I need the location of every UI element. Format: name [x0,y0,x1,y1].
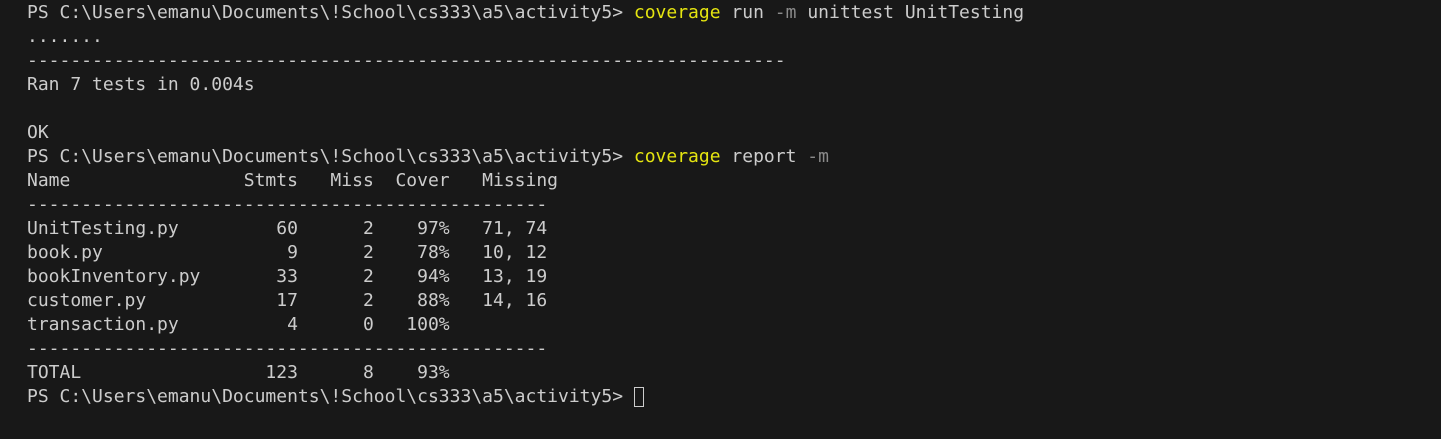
report-header: Name Stmts Miss Cover Missing [27,170,559,191]
report-row: book.py 9 2 78% 10, 12 [27,242,548,263]
command-args: run [731,2,764,23]
command-program: coverage [633,2,721,23]
report-row: UnitTesting.py 60 2 97% 71, 74 [27,218,548,239]
command-args: report [731,146,797,167]
command-program: coverage [633,146,721,167]
command-flag: -m [807,146,829,167]
test-summary: Ran 7 tests in 0.004s [27,74,255,95]
report-row: transaction.py 4 0 100% [27,314,450,335]
command-args: unittest UnitTesting [807,2,1025,23]
command-line-report: PS C:\Users\emanu\Documents\!School\cs33… [27,145,1441,169]
prompt: PS C:\Users\emanu\Documents\!School\cs33… [27,386,624,407]
active-prompt-line[interactable]: PS C:\Users\emanu\Documents\!School\cs33… [27,385,1441,409]
report-row: bookInventory.py 33 2 94% 13, 19 [27,266,548,287]
command-line-run: PS C:\Users\emanu\Documents\!School\cs33… [27,1,1441,25]
command-flag: -m [774,2,797,23]
test-progress-dots: ....... [27,26,103,47]
report-row: customer.py 17 2 88% 14, 16 [27,290,548,311]
test-result: OK [27,122,49,143]
prompt: PS C:\Users\emanu\Documents\!School\cs33… [27,2,624,23]
prompt: PS C:\Users\emanu\Documents\!School\cs33… [27,146,624,167]
test-separator: ----------------------------------------… [27,50,786,71]
terminal-window[interactable]: PS C:\Users\emanu\Documents\!School\cs33… [0,0,1441,439]
text-cursor[interactable] [634,387,645,407]
report-total: TOTAL 123 8 93% [27,362,450,383]
report-separator: ----------------------------------------… [27,194,548,215]
report-separator: ----------------------------------------… [27,338,548,359]
